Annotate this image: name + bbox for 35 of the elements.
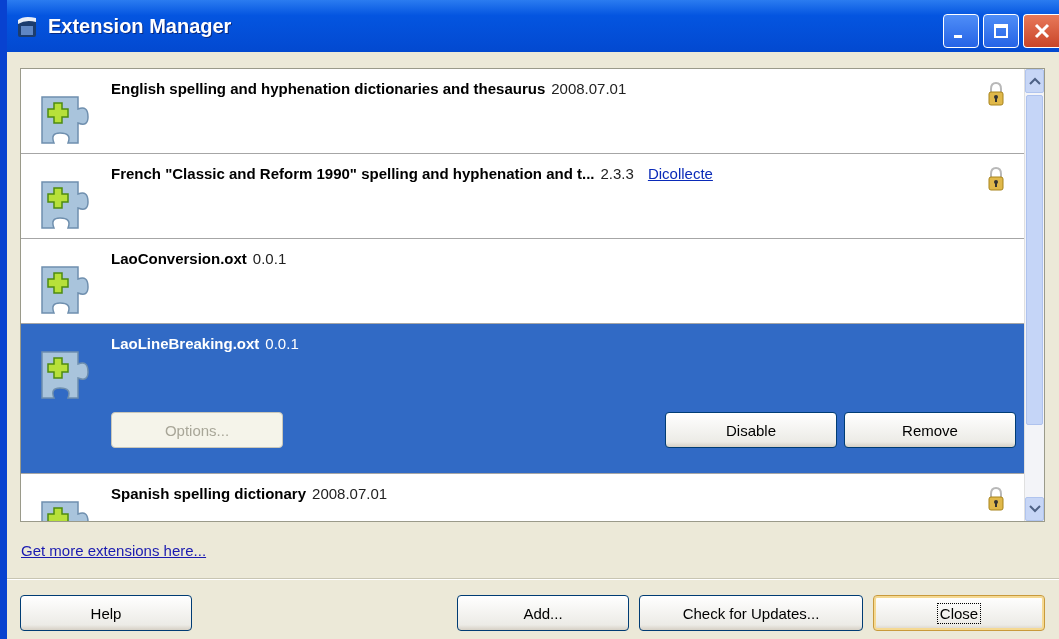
scrollbar[interactable] <box>1024 69 1044 521</box>
close-button[interactable] <box>1023 14 1059 48</box>
extension-version: 2008.07.01 <box>551 80 627 97</box>
minimize-icon <box>954 34 962 38</box>
maximize-button[interactable] <box>983 14 1019 48</box>
scroll-up-button[interactable] <box>1025 69 1044 93</box>
dialog-button[interactable]: Check for Updates... <box>639 595 863 631</box>
extension-version: 2.3.3 <box>600 165 634 182</box>
chevron-down-icon <box>1028 505 1041 513</box>
action-button[interactable]: Remove <box>844 412 1016 448</box>
extension-version: 0.0.1 <box>265 335 299 352</box>
close-icon <box>1032 22 1051 40</box>
extension-name: English spelling and hyphenation dictionaries and thesaurus <box>111 80 546 97</box>
app-icon <box>16 14 38 38</box>
extension-name: French "Classic and Reform 1990" spelling and hyphenation and t... <box>111 165 595 182</box>
dialog-button[interactable]: Add... <box>457 595 629 631</box>
scroll-down-button[interactable] <box>1025 497 1044 521</box>
chevron-up-icon <box>1028 77 1041 85</box>
extension-row[interactable]: English spelling and hyphenation dictionaries and thesaurus 2008.07.01 <box>21 69 1024 154</box>
extension-name: Spanish spelling dictionary <box>111 485 307 502</box>
extension-name: LaoLineBreaking.oxt <box>111 335 260 352</box>
more-extensions-link[interactable]: Get more extensions here... <box>21 541 207 559</box>
scroll-thumb[interactable] <box>1026 95 1043 425</box>
dialog-button[interactable]: Help <box>20 595 192 631</box>
publisher-link[interactable]: Dicollecte <box>647 165 713 182</box>
extension-version: 2008.07.01 <box>312 485 388 502</box>
extension-row[interactable]: Spanish spelling dictionary 2008.07.01 <box>21 474 1024 521</box>
minimize-button[interactable] <box>943 14 979 48</box>
dialog-button[interactable]: Close <box>873 595 1045 631</box>
maximize-icon <box>993 23 1009 39</box>
window-title: Extension Manager <box>48 14 233 38</box>
extension-version: 0.0.1 <box>252 250 287 267</box>
extension-row[interactable]: French "Classic and Reform 1990" spelling and hyphenation and t... 2.3.3 Dicollecte <box>21 154 1024 239</box>
action-button[interactable]: Disable <box>665 412 837 448</box>
extension-name: LaoConversion.oxt <box>111 250 247 267</box>
